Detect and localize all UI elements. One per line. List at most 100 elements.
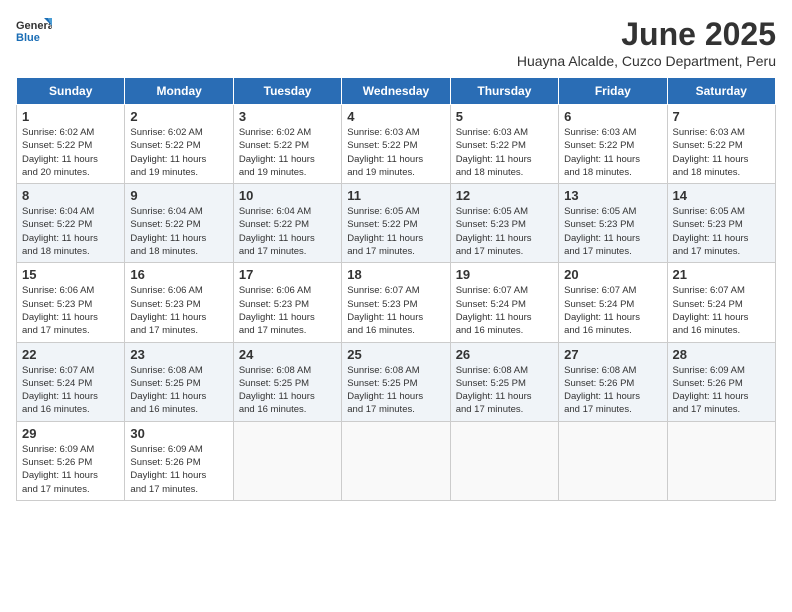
column-header-wednesday: Wednesday bbox=[342, 78, 450, 105]
calendar-cell: 25 Sunrise: 6:08 AM Sunset: 5:25 PM Dayli… bbox=[342, 342, 450, 421]
day-detail: Sunrise: 6:09 AM Sunset: 5:26 PM Dayligh… bbox=[673, 364, 770, 417]
day-number: 6 bbox=[564, 109, 661, 124]
calendar-title: June 2025 bbox=[517, 16, 776, 53]
calendar-cell: 15 Sunrise: 6:06 AM Sunset: 5:23 PM Dayli… bbox=[17, 263, 125, 342]
calendar-cell: 24 Sunrise: 6:08 AM Sunset: 5:25 PM Dayli… bbox=[233, 342, 341, 421]
day-number: 9 bbox=[130, 188, 227, 203]
calendar-cell: 30Sunrise: 6:09 AM Sunset: 5:26 PM Dayli… bbox=[125, 421, 233, 500]
column-header-sunday: Sunday bbox=[17, 78, 125, 105]
day-detail: Sunrise: 6:02 AM Sunset: 5:22 PM Dayligh… bbox=[22, 126, 119, 179]
calendar-cell: 27 Sunrise: 6:08 AM Sunset: 5:26 PM Dayli… bbox=[559, 342, 667, 421]
calendar-cell: 7Sunrise: 6:03 AM Sunset: 5:22 PM Daylig… bbox=[667, 105, 775, 184]
day-detail: Sunrise: 6:05 AM Sunset: 5:23 PM Dayligh… bbox=[456, 205, 553, 258]
day-detail: Sunrise: 6:05 AM Sunset: 5:22 PM Dayligh… bbox=[347, 205, 444, 258]
day-detail: Sunrise: 6:09 AM Sunset: 5:26 PM Dayligh… bbox=[22, 443, 119, 496]
day-detail: Sunrise: 6:08 AM Sunset: 5:25 PM Dayligh… bbox=[239, 364, 336, 417]
day-number: 3 bbox=[239, 109, 336, 124]
day-detail: Sunrise: 6:07 AM Sunset: 5:23 PM Dayligh… bbox=[347, 284, 444, 337]
day-number: 22 bbox=[22, 347, 119, 362]
day-detail: Sunrise: 6:08 AM Sunset: 5:25 PM Dayligh… bbox=[347, 364, 444, 417]
day-detail: Sunrise: 6:02 AM Sunset: 5:22 PM Dayligh… bbox=[239, 126, 336, 179]
calendar-cell: 17 Sunrise: 6:06 AM Sunset: 5:23 PM Dayli… bbox=[233, 263, 341, 342]
day-number: 2 bbox=[130, 109, 227, 124]
day-detail: Sunrise: 6:07 AM Sunset: 5:24 PM Dayligh… bbox=[564, 284, 661, 337]
day-number: 20 bbox=[564, 267, 661, 282]
day-number: 13 bbox=[564, 188, 661, 203]
calendar-week-row: 1Sunrise: 6:02 AM Sunset: 5:22 PM Daylig… bbox=[17, 105, 776, 184]
logo: General Blue bbox=[16, 16, 52, 46]
calendar-cell: 10Sunrise: 6:04 AM Sunset: 5:22 PM Dayli… bbox=[233, 184, 341, 263]
day-detail: Sunrise: 6:03 AM Sunset: 5:22 PM Dayligh… bbox=[673, 126, 770, 179]
column-header-tuesday: Tuesday bbox=[233, 78, 341, 105]
day-number: 14 bbox=[673, 188, 770, 203]
calendar-week-row: 29 Sunrise: 6:09 AM Sunset: 5:26 PM Dayli… bbox=[17, 421, 776, 500]
calendar-cell: 3 Sunrise: 6:02 AM Sunset: 5:22 PM Daylig… bbox=[233, 105, 341, 184]
day-detail: Sunrise: 6:06 AM Sunset: 5:23 PM Dayligh… bbox=[22, 284, 119, 337]
column-header-thursday: Thursday bbox=[450, 78, 558, 105]
calendar-cell: 9 Sunrise: 6:04 AM Sunset: 5:22 PM Daylig… bbox=[125, 184, 233, 263]
svg-text:Blue: Blue bbox=[16, 32, 40, 44]
day-detail: Sunrise: 6:04 AM Sunset: 5:22 PM Dayligh… bbox=[22, 205, 119, 258]
calendar-cell: 21 Sunrise: 6:07 AM Sunset: 5:24 PM Dayli… bbox=[667, 263, 775, 342]
calendar-cell: 19Sunrise: 6:07 AM Sunset: 5:24 PM Dayli… bbox=[450, 263, 558, 342]
day-number: 5 bbox=[456, 109, 553, 124]
calendar-week-row: 8 Sunrise: 6:04 AM Sunset: 5:22 PM Daylig… bbox=[17, 184, 776, 263]
day-number: 29 bbox=[22, 426, 119, 441]
column-header-friday: Friday bbox=[559, 78, 667, 105]
day-number: 15 bbox=[22, 267, 119, 282]
calendar-cell: 5Sunrise: 6:03 AM Sunset: 5:22 PM Daylig… bbox=[450, 105, 558, 184]
calendar-cell bbox=[233, 421, 341, 500]
calendar-cell: 22 Sunrise: 6:07 AM Sunset: 5:24 PM Dayli… bbox=[17, 342, 125, 421]
day-detail: Sunrise: 6:07 AM Sunset: 5:24 PM Dayligh… bbox=[22, 364, 119, 417]
column-header-saturday: Saturday bbox=[667, 78, 775, 105]
calendar-cell: 23Sunrise: 6:08 AM Sunset: 5:25 PM Dayli… bbox=[125, 342, 233, 421]
calendar-cell: 13 Sunrise: 6:05 AM Sunset: 5:23 PM Dayli… bbox=[559, 184, 667, 263]
day-detail: Sunrise: 6:05 AM Sunset: 5:23 PM Dayligh… bbox=[564, 205, 661, 258]
day-detail: Sunrise: 6:06 AM Sunset: 5:23 PM Dayligh… bbox=[239, 284, 336, 337]
calendar-cell bbox=[559, 421, 667, 500]
calendar-cell: 4Sunrise: 6:03 AM Sunset: 5:22 PM Daylig… bbox=[342, 105, 450, 184]
day-number: 26 bbox=[456, 347, 553, 362]
day-detail: Sunrise: 6:08 AM Sunset: 5:25 PM Dayligh… bbox=[456, 364, 553, 417]
day-number: 27 bbox=[564, 347, 661, 362]
calendar-cell bbox=[342, 421, 450, 500]
calendar-cell: 20 Sunrise: 6:07 AM Sunset: 5:24 PM Dayli… bbox=[559, 263, 667, 342]
day-number: 21 bbox=[673, 267, 770, 282]
day-number: 25 bbox=[347, 347, 444, 362]
calendar-subtitle: Huayna Alcalde, Cuzco Department, Peru bbox=[517, 53, 776, 69]
day-number: 18 bbox=[347, 267, 444, 282]
day-number: 10 bbox=[239, 188, 336, 203]
day-number: 11 bbox=[347, 188, 444, 203]
calendar-cell: 2 Sunrise: 6:02 AM Sunset: 5:22 PM Daylig… bbox=[125, 105, 233, 184]
calendar-cell: 16Sunrise: 6:06 AM Sunset: 5:23 PM Dayli… bbox=[125, 263, 233, 342]
calendar-week-row: 22 Sunrise: 6:07 AM Sunset: 5:24 PM Dayli… bbox=[17, 342, 776, 421]
day-number: 12 bbox=[456, 188, 553, 203]
calendar-cell bbox=[450, 421, 558, 500]
day-detail: Sunrise: 6:07 AM Sunset: 5:24 PM Dayligh… bbox=[456, 284, 553, 337]
day-number: 16 bbox=[130, 267, 227, 282]
day-number: 24 bbox=[239, 347, 336, 362]
calendar-cell: 29 Sunrise: 6:09 AM Sunset: 5:26 PM Dayli… bbox=[17, 421, 125, 500]
day-number: 8 bbox=[22, 188, 119, 203]
day-detail: Sunrise: 6:08 AM Sunset: 5:26 PM Dayligh… bbox=[564, 364, 661, 417]
day-number: 17 bbox=[239, 267, 336, 282]
calendar-header-row: SundayMondayTuesdayWednesdayThursdayFrid… bbox=[17, 78, 776, 105]
day-detail: Sunrise: 6:07 AM Sunset: 5:24 PM Dayligh… bbox=[673, 284, 770, 337]
title-section: June 2025 Huayna Alcalde, Cuzco Departme… bbox=[517, 16, 776, 69]
day-detail: Sunrise: 6:02 AM Sunset: 5:22 PM Dayligh… bbox=[130, 126, 227, 179]
calendar-cell: 6 Sunrise: 6:03 AM Sunset: 5:22 PM Daylig… bbox=[559, 105, 667, 184]
svg-text:General: General bbox=[16, 20, 52, 32]
calendar-cell: 28 Sunrise: 6:09 AM Sunset: 5:26 PM Dayli… bbox=[667, 342, 775, 421]
calendar-table: SundayMondayTuesdayWednesdayThursdayFrid… bbox=[16, 77, 776, 501]
calendar-cell: 8 Sunrise: 6:04 AM Sunset: 5:22 PM Daylig… bbox=[17, 184, 125, 263]
page-header: General Blue June 2025 Huayna Alcalde, C… bbox=[16, 16, 776, 69]
day-detail: Sunrise: 6:04 AM Sunset: 5:22 PM Dayligh… bbox=[130, 205, 227, 258]
day-number: 28 bbox=[673, 347, 770, 362]
calendar-cell: 26 Sunrise: 6:08 AM Sunset: 5:25 PM Dayli… bbox=[450, 342, 558, 421]
calendar-cell bbox=[667, 421, 775, 500]
day-detail: Sunrise: 6:03 AM Sunset: 5:22 PM Dayligh… bbox=[347, 126, 444, 179]
day-number: 23 bbox=[130, 347, 227, 362]
column-header-monday: Monday bbox=[125, 78, 233, 105]
logo-icon: General Blue bbox=[16, 16, 52, 46]
day-detail: Sunrise: 6:03 AM Sunset: 5:22 PM Dayligh… bbox=[564, 126, 661, 179]
